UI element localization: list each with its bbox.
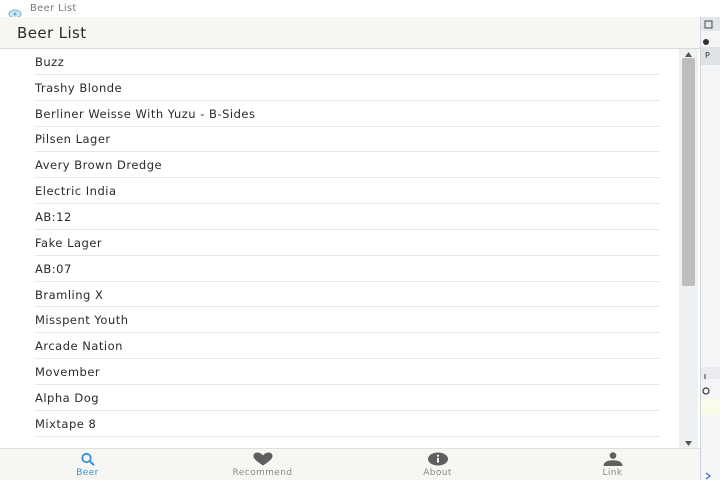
strip-row[interactable]: P	[701, 47, 720, 65]
bottom-navigation: Beer Recommend About Link	[0, 448, 700, 480]
adjacent-window-strip: P	[700, 17, 720, 480]
os-titlebar: Beer List	[0, 0, 700, 18]
tab-recommend[interactable]: Recommend	[175, 449, 350, 480]
tab-about[interactable]: About	[350, 449, 525, 480]
strip-chevron-icon	[701, 467, 720, 480]
tab-link[interactable]: Link	[525, 449, 700, 480]
beer-list: Buzz Trashy Blonde Berliner Weisse With …	[35, 49, 660, 437]
tab-beer[interactable]: Beer	[0, 449, 175, 480]
tab-about-label: About	[423, 467, 452, 478]
list-item[interactable]: Mixtape 8	[35, 411, 660, 437]
user-icon	[602, 451, 624, 466]
strip-highlight-row	[701, 399, 720, 415]
list-item[interactable]: AB:07	[35, 256, 660, 282]
tab-link-label: Link	[602, 467, 623, 478]
beer-list-container[interactable]: Buzz Trashy Blonde Berliner Weisse With …	[0, 49, 679, 448]
list-item[interactable]: Buzz	[35, 49, 660, 75]
strip-bullet-icon	[701, 33, 720, 45]
search-icon	[80, 452, 96, 466]
app-window: Beer List Beer List Buzz Trashy Blonde B…	[0, 0, 720, 480]
list-item[interactable]: Pilsen Lager	[35, 127, 660, 153]
scroll-down-arrow-icon[interactable]	[679, 438, 698, 448]
list-item[interactable]: Movember	[35, 359, 660, 385]
info-icon	[427, 452, 449, 466]
scrollbar-thumb[interactable]	[682, 58, 695, 286]
heart-icon	[252, 452, 274, 466]
list-item[interactable]: Fake Lager	[35, 230, 660, 256]
tab-recommend-label: Recommend	[232, 467, 293, 478]
list-item[interactable]: Alpha Dog	[35, 385, 660, 411]
vertical-scrollbar[interactable]	[679, 49, 698, 448]
list-item[interactable]: Trashy Blonde	[35, 75, 660, 101]
page-title: Beer List	[17, 23, 87, 42]
strip-section	[701, 367, 720, 379]
list-item[interactable]: Berliner Weisse With Yuzu - B-Sides	[35, 101, 660, 127]
strip-label-p: P	[705, 51, 710, 60]
list-item[interactable]: Misspent Youth	[35, 307, 660, 334]
app-logo-icon	[8, 4, 22, 18]
window-title: Beer List	[30, 3, 77, 14]
list-item[interactable]: Arcade Nation	[35, 333, 660, 360]
tab-beer-label: Beer	[76, 467, 99, 478]
list-item[interactable]: Electric India	[35, 178, 660, 205]
strip-settings-icon	[701, 383, 720, 397]
list-item[interactable]: Bramling X	[35, 282, 660, 308]
list-item[interactable]: Avery Brown Dredge	[35, 152, 660, 179]
app-header: Beer List	[0, 17, 700, 49]
strip-toolbar	[701, 17, 720, 31]
list-item[interactable]: AB:12	[35, 204, 660, 230]
